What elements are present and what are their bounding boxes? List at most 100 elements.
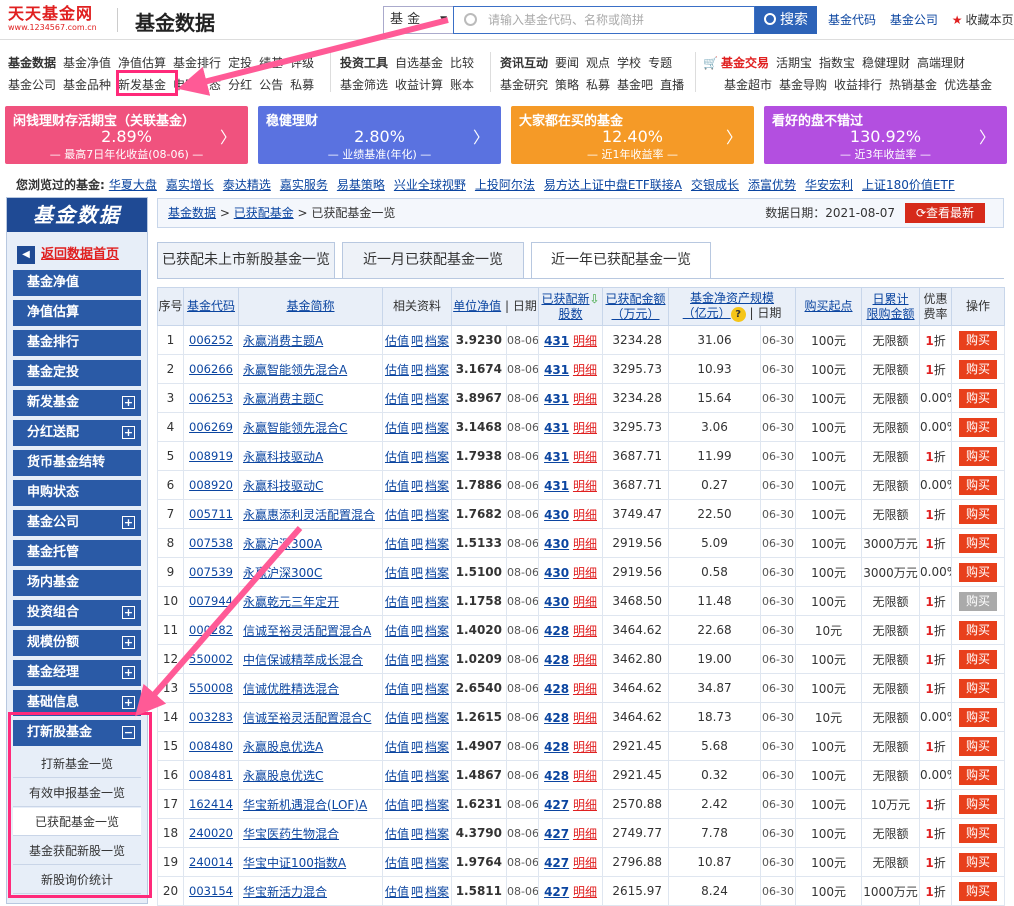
buy-button[interactable]: 购买 [959, 388, 998, 408]
fund-name-link[interactable]: 永赢惠添利灵活配置混合 [238, 499, 383, 529]
count-link[interactable]: 427 [544, 856, 569, 870]
related-link[interactable]: 估值 [385, 885, 409, 899]
history-fund-link[interactable]: 兴业全球视野 [394, 178, 466, 192]
buy-button[interactable]: 购买 [959, 736, 998, 756]
detail-link[interactable]: 明细 [573, 421, 597, 435]
buy-button[interactable]: 购买 [959, 330, 998, 350]
breadcrumb-item[interactable]: 基金数据 [168, 206, 216, 220]
count-link[interactable]: 428 [544, 624, 569, 638]
detail-link[interactable]: 明细 [573, 827, 597, 841]
count-link[interactable]: 428 [544, 769, 569, 783]
nav-item[interactable]: 基金研究 [500, 78, 548, 92]
count-link[interactable]: 428 [544, 740, 569, 754]
sidebar-item[interactable]: 投资组合 + [13, 600, 141, 626]
bookmark-link[interactable]: 收藏本页 [965, 13, 1013, 27]
related-link[interactable]: 档案 [425, 827, 449, 841]
col-scale[interactable]: 基金净资产规模 （亿元）? | 日期 [668, 287, 797, 326]
count-link[interactable]: 430 [544, 566, 569, 580]
buy-button[interactable]: 购买 [959, 417, 998, 437]
related-link[interactable]: 估值 [385, 566, 409, 580]
fund-code-link[interactable]: 基金代码 [828, 13, 876, 27]
fund-name-link[interactable]: 中信保诚精萃成长混合 [238, 644, 383, 674]
fund-code-link[interactable]: 003283 [183, 702, 239, 732]
history-fund-link[interactable]: 华夏大盘 [109, 178, 157, 192]
count-link[interactable]: 431 [544, 334, 569, 348]
col-count[interactable]: 已获配新⇩ 股数 [538, 287, 604, 326]
related-link[interactable]: 吧 [411, 537, 423, 551]
count-link[interactable]: 427 [544, 885, 569, 899]
count-link[interactable]: 427 [544, 827, 569, 841]
related-link[interactable]: 吧 [411, 827, 423, 841]
buy-button[interactable]: 购买 [959, 649, 998, 669]
promo-banner[interactable]: 大家都在买的基金 12.40% — 近1年收益率 — 〉 [511, 106, 754, 164]
nav-item[interactable]: 指数宝 [819, 56, 855, 70]
count-link[interactable]: 427 [544, 798, 569, 812]
fund-name-link[interactable]: 永赢股息优选C [238, 760, 383, 790]
nav-item[interactable]: 评级 [290, 56, 314, 70]
nav-item[interactable]: 申购状态 [173, 78, 221, 92]
col-min-purchase[interactable]: 购买起点 [795, 287, 863, 326]
tab-unlisted[interactable]: 已获配未上市新股基金一览 [157, 242, 335, 278]
detail-link[interactable]: 明细 [573, 653, 597, 667]
fund-code-link[interactable]: 240020 [183, 818, 239, 848]
history-fund-link[interactable]: 添富优势 [748, 178, 796, 192]
tab-last-year[interactable]: 近一年已获配基金一览 [531, 242, 711, 279]
sidebar-item[interactable]: 基金定投 [13, 360, 141, 386]
history-fund-link[interactable]: 交银成长 [691, 178, 739, 192]
history-fund-link[interactable]: 嘉实服务 [280, 178, 328, 192]
related-link[interactable]: 估值 [385, 711, 409, 725]
history-fund-link[interactable]: 华安宏利 [805, 178, 853, 192]
related-link[interactable]: 吧 [411, 653, 423, 667]
fund-code-link[interactable]: 000282 [183, 615, 239, 645]
related-link[interactable]: 估值 [385, 653, 409, 667]
detail-link[interactable]: 明细 [573, 624, 597, 638]
search-type-select[interactable]: 基 金 ▼ [383, 6, 453, 34]
related-link[interactable]: 档案 [425, 682, 449, 696]
sidebar-item[interactable]: 基金排行 [13, 330, 141, 356]
count-link[interactable]: 431 [544, 479, 569, 493]
related-link[interactable]: 档案 [425, 740, 449, 754]
fund-name-link[interactable]: 永赢沪深300C [238, 557, 383, 587]
detail-link[interactable]: 明细 [573, 566, 597, 580]
buy-button[interactable]: 购买 [959, 852, 998, 872]
count-link[interactable]: 431 [544, 392, 569, 406]
detail-link[interactable]: 明细 [573, 595, 597, 609]
detail-link[interactable]: 明细 [573, 682, 597, 696]
nav-item[interactable]: 稳健理财 [862, 56, 910, 70]
related-link[interactable]: 档案 [425, 508, 449, 522]
related-link[interactable]: 估值 [385, 856, 409, 870]
buy-button[interactable]: 购买 [959, 446, 998, 466]
detail-link[interactable]: 明细 [573, 798, 597, 812]
related-link[interactable]: 估值 [385, 827, 409, 841]
nav-item[interactable]: 基金公司 [8, 78, 56, 92]
fund-name-link[interactable]: 信诚至裕灵活配置混合C [238, 702, 383, 732]
sidebar-item[interactable]: 新发基金 + [13, 390, 141, 416]
nav-item[interactable]: 账本 [450, 78, 474, 92]
site-logo[interactable]: 天天基金网 www.1234567.com.cn [8, 5, 108, 35]
detail-link[interactable]: 明细 [573, 769, 597, 783]
count-link[interactable]: 430 [544, 537, 569, 551]
related-link[interactable]: 吧 [411, 856, 423, 870]
sidebar-item[interactable]: 申购状态 [13, 480, 141, 506]
related-link[interactable]: 档案 [425, 363, 449, 377]
col-code[interactable]: 基金代码 [183, 287, 239, 326]
sidebar-item[interactable]: 规模份额 + [13, 630, 141, 656]
nav-item[interactable]: 观点 [586, 56, 610, 70]
sidebar-item[interactable]: 分红送配 + [13, 420, 141, 446]
nav-item[interactable]: 基金导购 [779, 78, 827, 92]
nav-item[interactable]: 定投 [228, 56, 252, 70]
related-link[interactable]: 档案 [425, 566, 449, 580]
detail-link[interactable]: 明细 [573, 363, 597, 377]
related-link[interactable]: 档案 [425, 798, 449, 812]
buy-button[interactable]: 购买 [959, 707, 998, 727]
fund-code-link[interactable]: 005711 [183, 499, 239, 529]
related-link[interactable]: 估值 [385, 334, 409, 348]
related-link[interactable]: 吧 [411, 798, 423, 812]
fund-code-link[interactable]: 162414 [183, 789, 239, 819]
search-input[interactable]: 请输入基金代码、名称或简拼 [453, 6, 755, 34]
nav-item[interactable]: 收益排行 [834, 78, 882, 92]
related-link[interactable]: 吧 [411, 885, 423, 899]
sidebar-item[interactable]: 基金经理 + [13, 660, 141, 686]
fund-name-link[interactable]: 信诚优胜精选混合 [238, 673, 383, 703]
detail-link[interactable]: 明细 [573, 392, 597, 406]
